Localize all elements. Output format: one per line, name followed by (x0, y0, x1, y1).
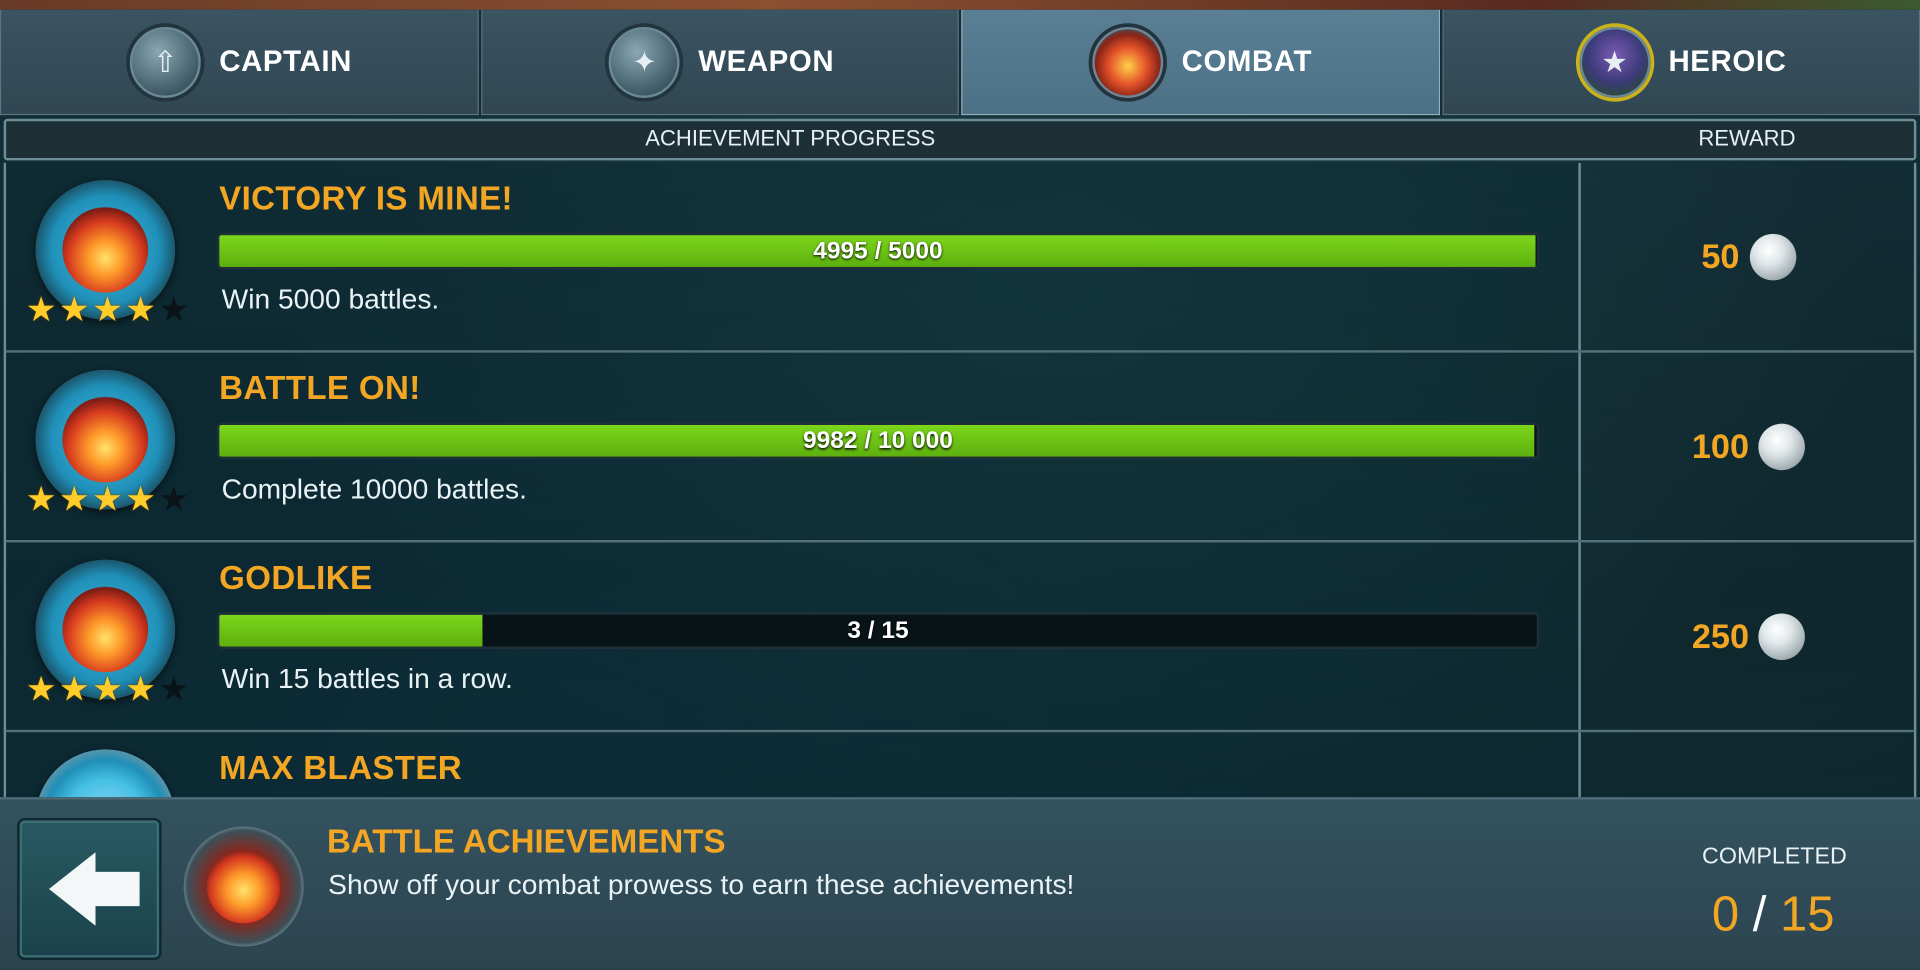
reward-cell: 250 (1583, 542, 1914, 729)
tab-label: HEROIC (1668, 44, 1787, 78)
category-description: Show off your combat prowess to earn the… (328, 868, 1075, 901)
battle-achievements-icon (183, 826, 304, 947)
star-filled-icon: ★ (58, 668, 90, 709)
achievement-progress-cell: ★ ★ ★ ★ ★ VICTORY IS MINE! 4995 / 5000 W… (6, 162, 1581, 351)
star-filled-icon: ★ (125, 668, 157, 709)
progress-bar: 9982 / 10 000 (216, 422, 1540, 460)
star-filled-icon: ★ (25, 478, 57, 520)
category-title: BATTLE ACHIEVEMENTS (326, 822, 726, 860)
category-footer: BATTLE ACHIEVEMENTS Show off your combat… (0, 797, 1920, 970)
star-filled-icon: ★ (92, 288, 123, 330)
achievement-row: ★ ★ ★ ★ ★ BATTLE ON! 9982 / 10 000 Compl… (6, 352, 1914, 543)
pearl-icon (1758, 612, 1806, 660)
star-empty-icon: ★ (158, 478, 190, 520)
star-filled-icon: ★ (25, 668, 57, 709)
achievement-medal-icon (35, 749, 176, 798)
completed-separator: / (1752, 887, 1767, 942)
star-rating: ★ ★ ★ ★ ★ (26, 482, 190, 516)
weapon-icon: ✦ (605, 22, 684, 102)
progress-text: 4995 / 5000 (813, 237, 943, 265)
reward-cell: 50 (1583, 163, 1914, 350)
back-button[interactable] (17, 817, 162, 961)
achievement-progress-cell: ★ ★ ★ ★ ★ GODLIKE 3 / 15 Win 15 battles … (6, 542, 1581, 730)
star-rating: ★ ★ ★ ★ ★ (25, 288, 190, 330)
achievement-progress-cell: MAX BLASTER (6, 732, 1581, 798)
progress-bar: 3 / 15 (216, 612, 1540, 649)
reward-value: 250 (1691, 616, 1750, 655)
category-tabs: ⇧ CAPTAIN ✦ WEAPON COMBAT ★ HEROIC (0, 9, 1920, 116)
achievement-description: Win 15 battles in a row. (221, 662, 513, 695)
achievement-description: Complete 10000 battles. (221, 472, 527, 505)
completed-label: COMPLETED (1702, 843, 1847, 870)
achievement-title: VICTORY IS MINE! (219, 180, 513, 217)
achievement-list[interactable]: ★ ★ ★ ★ ★ VICTORY IS MINE! 4995 / 5000 W… (3, 162, 1917, 798)
top-strip (0, 0, 1920, 10)
progress-text: 9982 / 10 000 (803, 427, 953, 455)
achievement-title: BATTLE ON! (219, 369, 421, 407)
tab-captain[interactable]: ⇧ CAPTAIN (0, 9, 479, 116)
star-rating: ★ ★ ★ ★ ★ (26, 672, 190, 706)
achievement-row: ★ ★ ★ ★ ★ VICTORY IS MINE! 4995 / 5000 W… (6, 162, 1914, 353)
star-filled-icon: ★ (92, 478, 123, 520)
tab-label: COMBAT (1181, 44, 1313, 78)
achievement-title: GODLIKE (219, 559, 373, 597)
pearl-icon (1758, 423, 1806, 470)
star-filled-icon: ★ (25, 288, 57, 330)
back-arrow-icon (48, 852, 140, 926)
star-filled-icon: ★ (58, 478, 90, 520)
progress-bar: 4995 / 5000 (216, 232, 1540, 270)
progress-text: 3 / 15 (847, 617, 909, 645)
tab-combat[interactable]: COMBAT (961, 9, 1440, 116)
list-header: ACHIEVEMENT PROGRESS REWARD (3, 118, 1917, 161)
completed-count: 0 / 15 (1712, 888, 1835, 943)
achievement-row: ★ ★ ★ ★ ★ GODLIKE 3 / 15 Win 15 battles … (6, 542, 1914, 733)
achievement-row: MAX BLASTER (6, 732, 1914, 798)
completed-value: 0 (1711, 887, 1740, 942)
star-empty-icon: ★ (158, 288, 190, 330)
heroic-star-icon: ★ (1575, 22, 1654, 102)
tab-label: WEAPON (698, 44, 835, 78)
star-filled-icon: ★ (58, 288, 90, 330)
achievement-description: Win 5000 battles. (221, 282, 440, 315)
reward-value: 100 (1691, 426, 1750, 465)
tab-heroic[interactable]: ★ HEROIC (1441, 9, 1920, 116)
tab-label: CAPTAIN (219, 44, 352, 78)
tab-weapon[interactable]: ✦ WEAPON (480, 9, 959, 116)
star-filled-icon: ★ (125, 288, 157, 330)
reward-cell: 100 (1583, 353, 1914, 540)
achievement-progress-cell: ★ ★ ★ ★ ★ BATTLE ON! 9982 / 10 000 Compl… (6, 352, 1581, 541)
captain-badge-icon: ⇧ (126, 22, 205, 102)
star-filled-icon: ★ (125, 478, 157, 520)
header-reward: REWARD (1698, 126, 1796, 151)
reward-value: 50 (1701, 236, 1740, 275)
achievement-title: MAX BLASTER (219, 749, 463, 787)
pearl-icon (1749, 233, 1796, 280)
star-filled-icon: ★ (92, 668, 123, 709)
header-progress: ACHIEVEMENT PROGRESS (645, 126, 936, 151)
star-empty-icon: ★ (158, 668, 190, 709)
completed-total: 15 (1779, 887, 1835, 942)
combat-explosion-icon (1088, 22, 1167, 102)
